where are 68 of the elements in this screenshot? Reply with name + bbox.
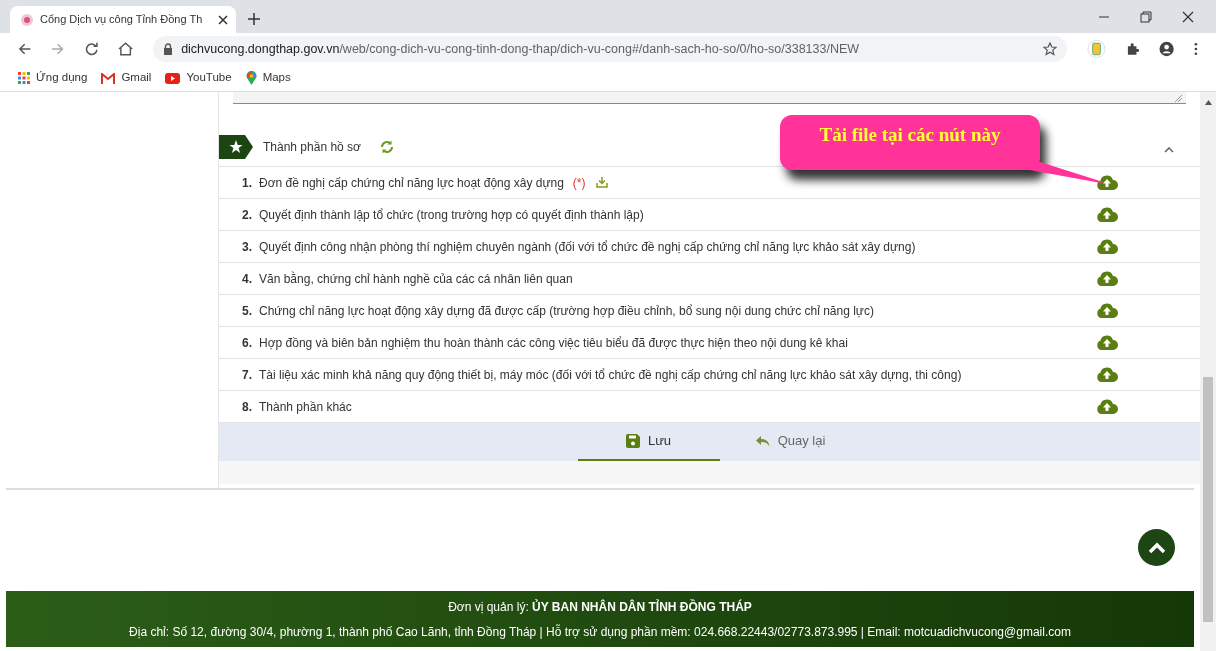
- globe-icon: [20, 12, 34, 27]
- document-label: Tài liệu xác minh khả năng quy động thiết bị, máy móc (đối với tổ chức đề nghị cấp chứng chỉ năng lực khảo sát xây dựng, thi công): [259, 366, 962, 384]
- bookmark-link[interactable]: YouTube: [165, 69, 232, 87]
- close-icon[interactable]: [1182, 11, 1194, 23]
- home-icon[interactable]: [117, 42, 134, 56]
- document-label: Hợp đồng và biên bản nghiệm thu hoàn thành các công việc tiêu biểu đã được thực hiện theo nội dung kê khai: [259, 334, 848, 352]
- bookmark-link[interactable]: Gmail: [101, 69, 152, 87]
- text-area[interactable]: [233, 92, 1186, 104]
- upload-cloud-icon[interactable]: [1096, 239, 1118, 254]
- action-tab[interactable]: Quay lại: [719, 423, 862, 461]
- document-label: Chứng chỉ năng lực hoạt động xây dựng đã được cấp (trường hợp điều chỉnh, bổ sung nội dung chức chỉ năng lực): [259, 302, 874, 320]
- reply-arrow-icon: [755, 435, 770, 447]
- new-tab-icon[interactable]: [248, 13, 260, 25]
- scrollbar[interactable]: [1200, 92, 1216, 651]
- resize-handle-icon[interactable]: [1174, 94, 1182, 102]
- item-number: 4.: [242, 270, 253, 288]
- upload-cloud-icon[interactable]: [1096, 175, 1118, 190]
- mail-icon: [101, 72, 116, 84]
- document-label: Đơn đề nghị cấp chứng chỉ năng lực hoạt động xây dựng: [259, 174, 564, 192]
- download-icon[interactable]: [595, 177, 608, 188]
- required-mark: (*): [572, 174, 586, 192]
- item-number: 5.: [242, 302, 253, 320]
- restore-icon[interactable]: [1140, 11, 1152, 23]
- item-number: 2.: [242, 206, 253, 224]
- scroll-top-button[interactable]: [1138, 529, 1175, 566]
- section-title: Thành phần hồ sơ: [263, 139, 361, 156]
- item-number: 1.: [242, 174, 253, 192]
- address-field[interactable]: dichvucong.dongthap.gov.vn/web/cong-dich-vu-cong-tinh-dong-thap/dich-vu-cong#/danh-sach-ho-so/0/ho-so/338133/NEW: [153, 36, 1067, 62]
- document-label: Quyết định thành lập tổ chức (trong trường hợp có quyết định thành lập): [259, 206, 644, 224]
- chevron-up-icon[interactable]: [1164, 147, 1174, 153]
- extension-badge-icon[interactable]: [1086, 39, 1106, 59]
- close-icon[interactable]: [218, 14, 228, 25]
- refresh-icon[interactable]: [378, 139, 395, 155]
- upload-cloud-icon[interactable]: [1096, 367, 1118, 382]
- scroll-thumb[interactable]: [1203, 377, 1213, 622]
- upload-cloud-icon[interactable]: [1096, 271, 1118, 286]
- profile-icon[interactable]: [1159, 41, 1175, 57]
- map-pin-icon: [245, 71, 257, 85]
- upload-cloud-icon[interactable]: [1096, 303, 1118, 318]
- chevron-up-icon: [1147, 541, 1166, 554]
- url-path: /web/cong-dich-vu-cong-tinh-dong-thap/dich-vu-cong#/danh-sach-ho-so/0/ho-so/338133/NEW: [339, 41, 860, 56]
- document-label: Thành phần khác: [259, 398, 352, 416]
- star-icon[interactable]: [1042, 42, 1057, 56]
- item-number: 3.: [242, 238, 253, 256]
- puzzle-icon[interactable]: [1125, 42, 1139, 56]
- item-number: 7.: [242, 366, 253, 384]
- item-number: 6.: [242, 334, 253, 352]
- upload-cloud-icon[interactable]: [1096, 207, 1118, 222]
- contact-text: Địa chỉ: Số 12, đường 30/4, phường 1, thành phố Cao Lãnh, tỉnh Đồng Tháp | Hỗ trợ sử dụng phần mềm: 024.668.22443/02773.873.995 | Email: motcuadichvucong@gmail.com: [129, 623, 1071, 641]
- upload-cloud-icon[interactable]: [1096, 335, 1118, 350]
- item-number: 8.: [242, 398, 253, 416]
- reload-icon[interactable]: [84, 42, 98, 56]
- agency-text: Đơn vị quản lý: ỦY BAN NHÂN DÂN TỈNH ĐỒNG THÁP: [448, 598, 752, 616]
- url-host: dichvucong.dongthap.gov.vn: [181, 41, 340, 56]
- document-label: Quyết định công nhận phòng thí nghiệm chuyên ngành (đối với tổ chức đề nghị cấp chứng chỉ năng lực khảo sát xây dựng): [259, 238, 916, 256]
- scroll-up-arrow-icon[interactable]: [1204, 100, 1212, 105]
- document-label: Văn bằng, chứng chỉ hành nghề của các cá nhân liên quan: [259, 270, 573, 288]
- bookmark-link[interactable]: Maps: [245, 69, 291, 87]
- play-icon: [165, 72, 181, 84]
- lock-icon: [163, 43, 174, 55]
- upload-cloud-icon[interactable]: [1096, 399, 1118, 414]
- menu-icon[interactable]: [1194, 42, 1198, 56]
- apps-grid-icon: [18, 72, 30, 84]
- back-arrow-icon[interactable]: [18, 42, 32, 56]
- star-tag-icon: [219, 135, 253, 159]
- bookmark-link[interactable]: Ứng dụng: [18, 69, 88, 87]
- browser-tab[interactable]: Cổng Dịch vụ công Tỉnh Đồng Th: [10, 6, 236, 33]
- tab-title: Cổng Dịch vụ công Tỉnh Đồng Th: [40, 12, 204, 28]
